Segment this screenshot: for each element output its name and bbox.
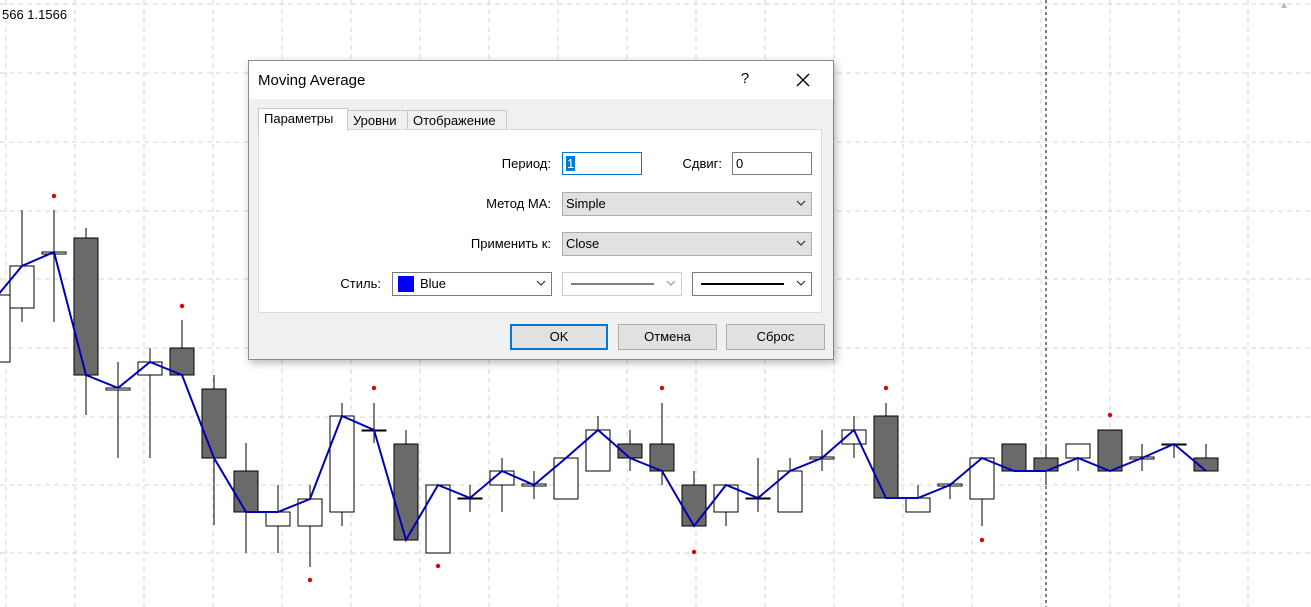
period-input[interactable]: 1 bbox=[562, 152, 642, 175]
tab-display[interactable]: Отображение bbox=[407, 110, 507, 129]
candlestick bbox=[1193, 444, 1219, 472]
color-swatch bbox=[398, 275, 414, 292]
candlestick bbox=[1097, 429, 1123, 472]
fractal-marker bbox=[659, 385, 665, 391]
candlestick bbox=[713, 484, 739, 526]
apply-to-label: Применить к: bbox=[470, 236, 551, 251]
candlestick bbox=[105, 362, 131, 458]
chevron-down-icon bbox=[666, 280, 676, 286]
candlestick bbox=[393, 430, 419, 541]
candlestick bbox=[873, 403, 899, 499]
candlestick bbox=[201, 375, 227, 525]
candlestick bbox=[777, 458, 803, 513]
method-select[interactable]: Simple bbox=[562, 192, 812, 216]
fractal-marker bbox=[51, 193, 57, 199]
candlestick bbox=[585, 416, 611, 472]
line-style-select[interactable] bbox=[562, 272, 682, 296]
color-value: Blue bbox=[420, 276, 447, 291]
chevron-down-icon bbox=[796, 200, 806, 206]
candlestick bbox=[1033, 444, 1059, 485]
reset-button[interactable]: Сброс bbox=[726, 324, 825, 350]
fractal-marker bbox=[179, 303, 185, 309]
fractal-marker bbox=[883, 385, 889, 391]
moving-average-dialog: Moving Average ? Параметры Уровни Отобра… bbox=[248, 60, 834, 360]
candlestick bbox=[425, 484, 451, 554]
line-width-select[interactable] bbox=[692, 272, 812, 296]
close-button[interactable] bbox=[789, 66, 817, 94]
candlestick bbox=[329, 403, 355, 526]
fractal-marker bbox=[307, 577, 313, 583]
candlestick bbox=[169, 320, 195, 376]
tab-parameters[interactable]: Параметры bbox=[258, 108, 348, 131]
cancel-button[interactable]: Отмена bbox=[618, 324, 717, 350]
help-button[interactable]: ? bbox=[735, 70, 755, 87]
line-width-preview bbox=[701, 283, 784, 285]
method-label: Метод МА: bbox=[486, 196, 551, 211]
dialog-titlebar[interactable]: Moving Average ? bbox=[249, 61, 833, 99]
chevron-down-icon bbox=[796, 240, 806, 246]
fractal-marker bbox=[1107, 412, 1113, 418]
chevron-down-icon bbox=[796, 280, 806, 286]
dialog-title: Moving Average bbox=[258, 72, 366, 89]
candlestick bbox=[969, 457, 995, 526]
candlestick bbox=[681, 471, 707, 527]
candlestick bbox=[489, 458, 515, 512]
candlestick bbox=[0, 294, 11, 363]
ok-button[interactable]: OK bbox=[510, 324, 608, 350]
shift-label: Сдвиг: bbox=[682, 156, 723, 171]
candlestick bbox=[41, 210, 67, 322]
close-icon bbox=[796, 73, 810, 87]
candlestick bbox=[361, 403, 387, 443]
candlestick bbox=[73, 228, 99, 415]
price-label: 566 1.1566 bbox=[2, 7, 68, 22]
candlestick bbox=[265, 485, 291, 553]
scroll-marker-icon[interactable]: ▲ bbox=[1279, 0, 1289, 11]
period-label: Период: bbox=[501, 156, 551, 171]
candlestick bbox=[937, 483, 963, 499]
fractal-marker bbox=[435, 563, 441, 569]
fractal-marker bbox=[371, 385, 377, 391]
method-value: Simple bbox=[566, 196, 606, 211]
apply-to-value: Close bbox=[566, 236, 600, 251]
shift-input[interactable]: 0 bbox=[732, 152, 812, 175]
fractal-marker bbox=[691, 549, 697, 555]
apply-to-select[interactable]: Close bbox=[562, 232, 812, 256]
fractal-marker bbox=[979, 537, 985, 543]
tab-levels[interactable]: Уровни bbox=[347, 110, 408, 129]
style-label: Стиль: bbox=[340, 276, 381, 291]
period-value: 1 bbox=[566, 156, 576, 171]
parameters-panel: Период: 1 Сдвиг: 0 Метод МА: Simple Прим… bbox=[258, 129, 822, 313]
chevron-down-icon bbox=[536, 280, 546, 286]
color-select[interactable]: Blue bbox=[392, 272, 552, 296]
line-style-preview bbox=[571, 283, 654, 285]
